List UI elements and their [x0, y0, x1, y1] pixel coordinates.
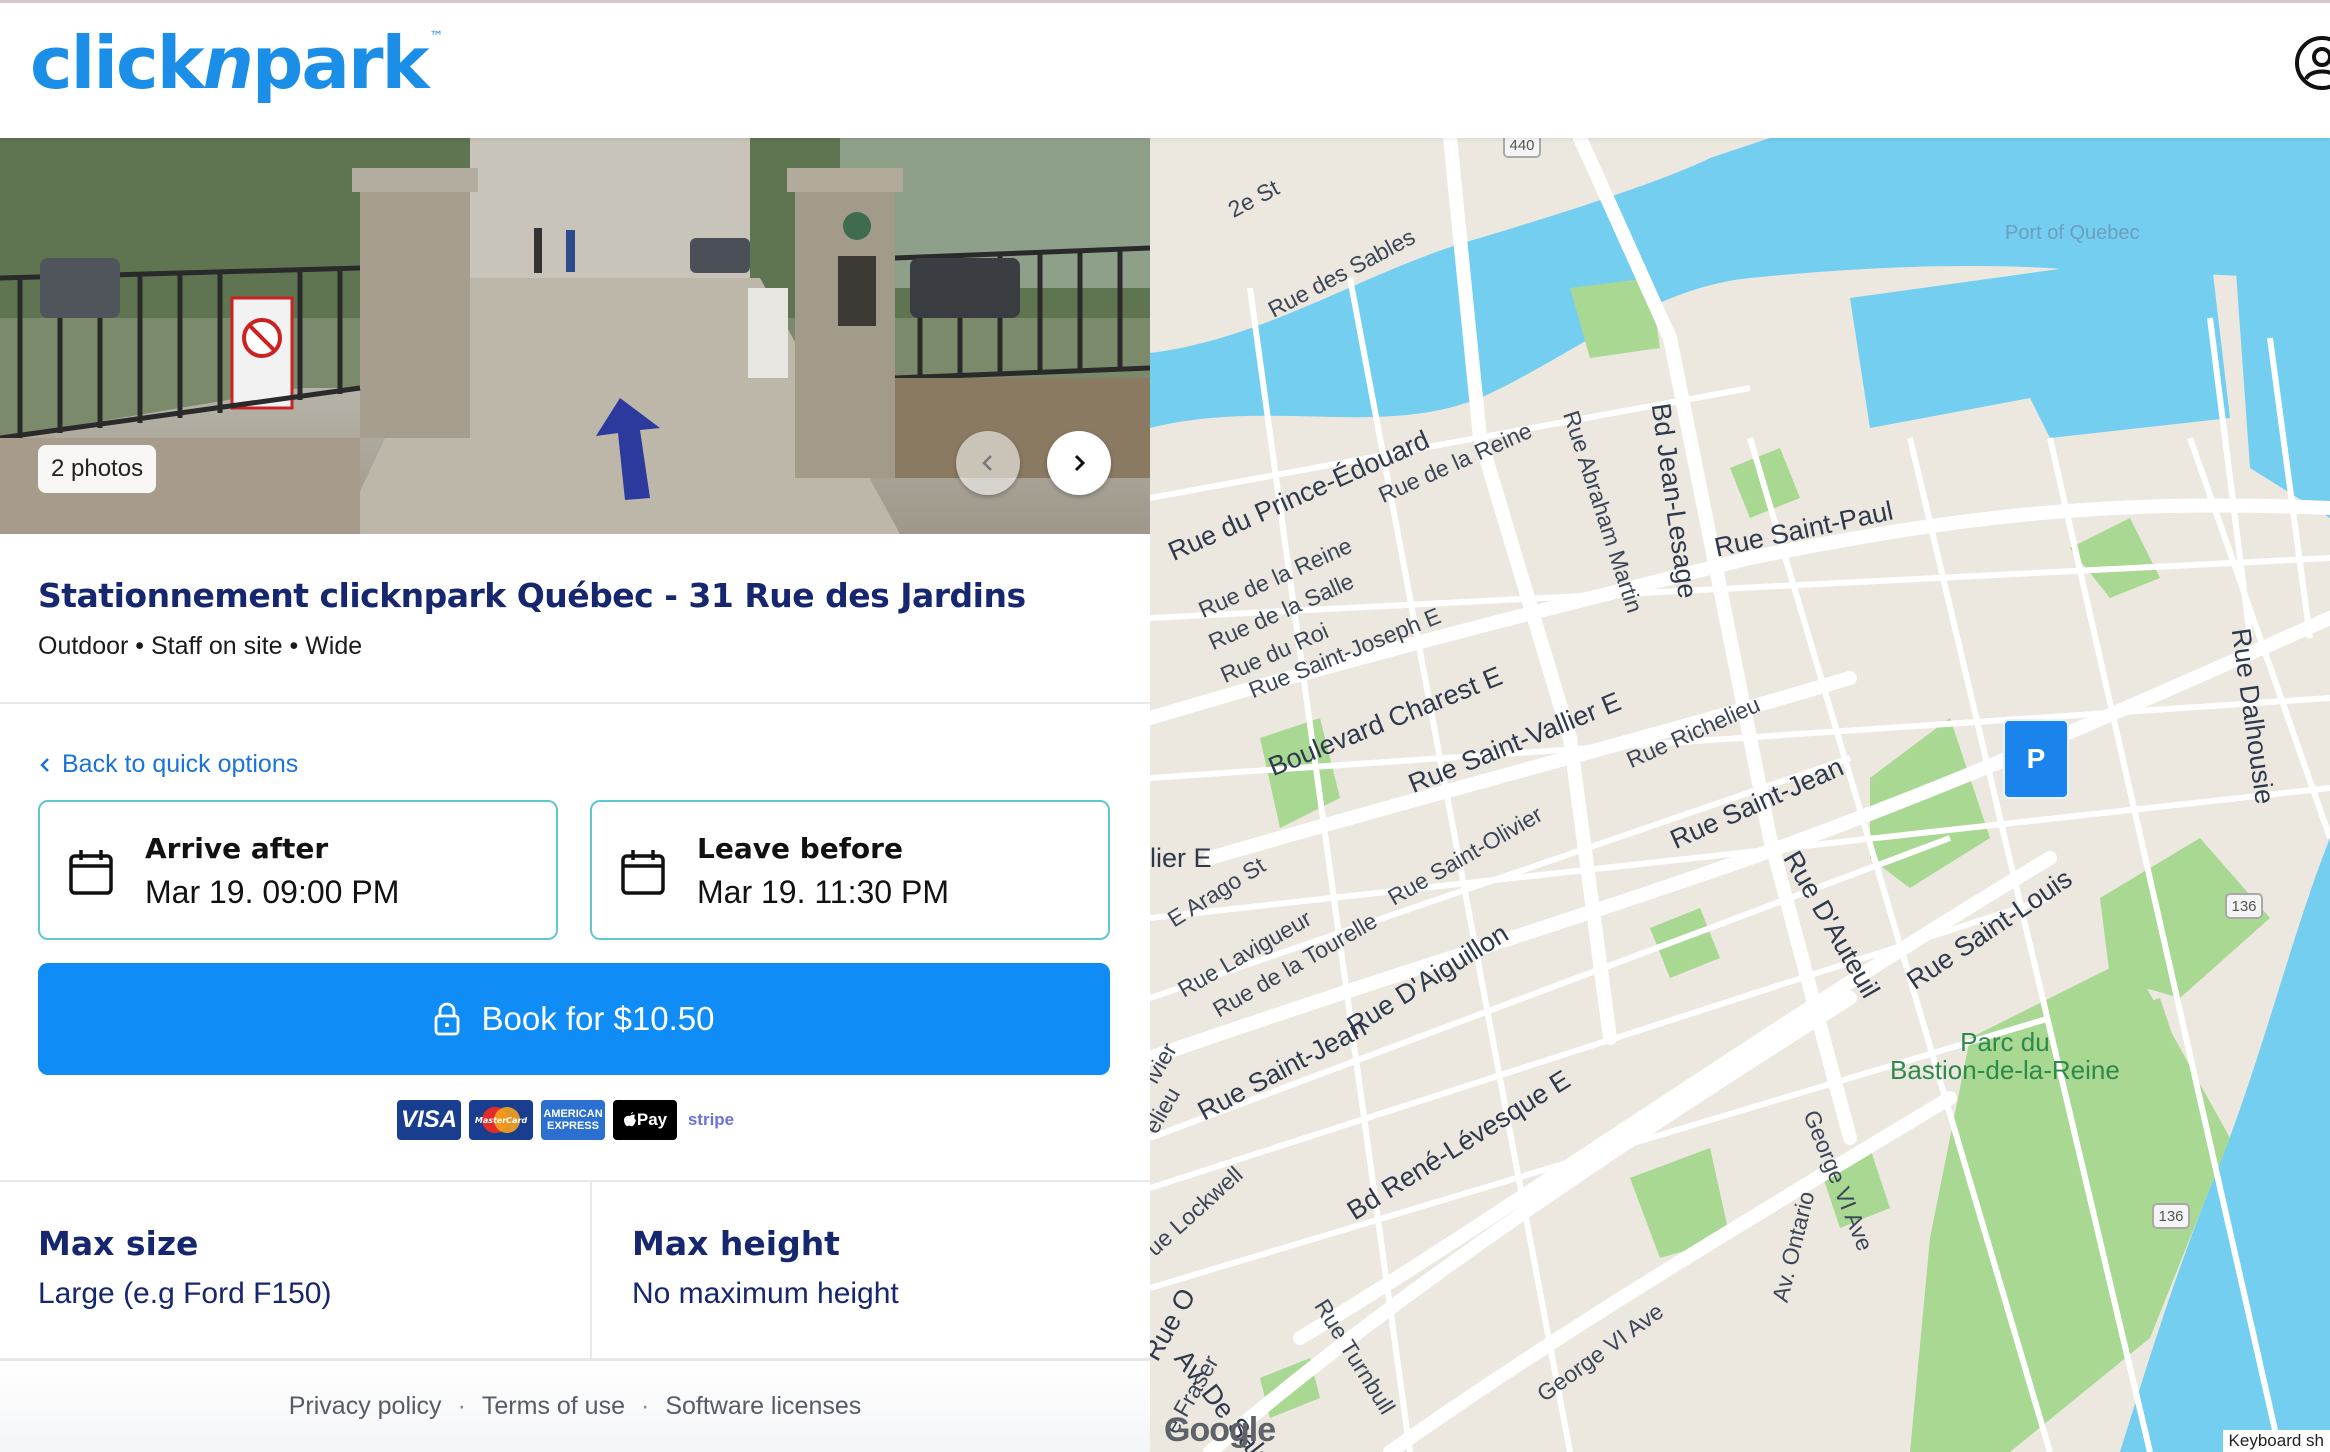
calendar-icon	[69, 850, 113, 895]
top-bar: clicknpark ™	[0, 0, 2330, 138]
map-view[interactable]: Port of Quebec 2e St Rue des Sables Bd J…	[1150, 138, 2330, 1452]
photo-prev-button[interactable]	[956, 431, 1020, 495]
lock-icon	[434, 1002, 459, 1036]
listing-title: Stationnement clicknpark Québec - 31 Rue…	[38, 576, 1026, 615]
divider	[590, 1182, 592, 1358]
parking-pin[interactable]: P	[2003, 719, 2069, 799]
street-label: lier E	[1150, 843, 1212, 873]
route-shield: 440	[1503, 138, 1541, 158]
account-circle-icon[interactable]	[2294, 35, 2330, 91]
max-height-spec: Max height No maximum height	[632, 1224, 899, 1311]
route-shield: 136	[2152, 1203, 2190, 1229]
park-label: Parc du Bastion-de-la-Reine	[1890, 1027, 2120, 1085]
listing-photo[interactable]: 2 photos	[0, 138, 1150, 534]
amex-text: AMERICAN EXPRESS	[543, 1108, 603, 1132]
leave-before-picker[interactable]: Leave before Mar 19. 11:30 PM	[590, 800, 1110, 940]
privacy-policy-link[interactable]: Privacy policy	[289, 1392, 442, 1421]
footer-separator: ·	[641, 1392, 650, 1420]
apple-pay-text: Pay	[636, 1110, 668, 1129]
back-to-quick-options-link[interactable]: Back to quick options	[38, 750, 298, 779]
divider	[0, 1180, 1150, 1182]
book-button[interactable]: Book for $10.50	[38, 963, 1110, 1075]
leave-before-value: Mar 19. 11:30 PM	[697, 874, 949, 910]
footer-separator: ·	[457, 1392, 466, 1420]
max-height-heading: Max height	[632, 1224, 840, 1263]
arrive-after-value: Mar 19. 09:00 PM	[145, 874, 400, 910]
keyboard-shortcuts-button[interactable]: Keyboard sh	[2222, 1430, 2330, 1452]
chevron-left-icon	[40, 757, 49, 772]
apple-pay-icon: Pay	[613, 1100, 677, 1140]
visa-icon: VISA	[397, 1100, 461, 1140]
mastercard-icon: MasterCard	[469, 1100, 533, 1140]
photo-count-badge: 2 photos	[38, 445, 157, 493]
listing-panel: 2 photos Stationnement clicknpark Québec…	[0, 138, 1150, 1452]
footer: Privacy policy · Terms of use · Software…	[0, 1361, 1150, 1452]
route-shield: 136	[2225, 893, 2263, 919]
leave-before-label: Leave before	[697, 832, 903, 865]
mastercard-text: MasterCard	[475, 1116, 528, 1125]
max-size-heading: Max size	[38, 1224, 199, 1263]
port-label: Port of Quebec	[2005, 222, 2140, 244]
stripe-icon: stripe	[687, 1110, 735, 1129]
amex-icon: AMERICAN EXPRESS	[541, 1100, 605, 1140]
divider	[0, 702, 1150, 704]
listing-features: Outdoor • Staff on site • Wide	[38, 632, 363, 660]
max-size-value: Large (e.g Ford F150)	[38, 1277, 332, 1310]
back-link-label: Back to quick options	[62, 750, 299, 778]
arrive-after-picker[interactable]: Arrive after Mar 19. 09:00 PM	[38, 800, 558, 940]
terms-of-use-link[interactable]: Terms of use	[482, 1392, 625, 1421]
payment-methods: VISA MasterCard AMERICAN EXPRESS Pay str…	[397, 1100, 737, 1140]
max-height-value: No maximum height	[632, 1277, 899, 1310]
arrive-after-label: Arrive after	[145, 832, 329, 865]
calendar-icon	[621, 850, 665, 895]
apple-icon	[623, 1112, 636, 1127]
book-button-label: Book for $10.50	[481, 1000, 715, 1037]
google-logo: Google	[1164, 1411, 1276, 1449]
software-licenses-link[interactable]: Software licenses	[665, 1392, 861, 1421]
max-size-spec: Max size Large (e.g Ford F150)	[38, 1224, 331, 1311]
chevron-left-icon	[982, 455, 992, 471]
chevron-right-icon	[1074, 454, 1086, 472]
photo-next-button[interactable]	[1047, 431, 1111, 495]
clicknpark-logo[interactable]: clicknpark ™	[30, 21, 443, 105]
